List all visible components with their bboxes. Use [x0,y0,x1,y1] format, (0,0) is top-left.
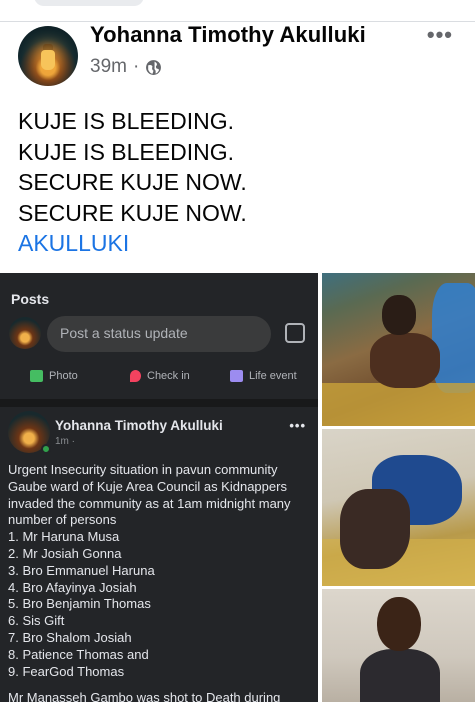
screenshot-intro: Urgent Insecurity situation in pavun com… [8,462,291,528]
add-photo-icon [285,323,305,343]
list-item: 4. Bro Afayinya Josiah [8,579,137,595]
screenshot-author-name: Yohanna Timothy Akulluki [55,418,223,433]
list-item: 1. Mr Haruna Musa [8,529,120,545]
clothes-on-mat-photo[interactable] [322,429,475,586]
post-options-button[interactable]: ••• [427,22,453,48]
photo-detail [360,649,440,702]
flag-icon [230,370,243,382]
author-name[interactable]: Yohanna Timothy Akulluki [90,22,366,48]
post-line: SECURE KUJE NOW. [18,199,247,226]
lantern-glow [41,50,55,70]
list-item: 7. Bro Shalom Josiah [8,629,132,645]
list-item: 3. Bro Emmanuel Haruna [8,562,155,578]
online-status-dot [41,444,51,454]
victims-list: 1. Mr Haruna Musa 2. Mr Josiah Gonna 3. … [8,529,313,680]
photo-action: Photo [30,370,78,382]
list-item: 5. Bro Benjamin Thomas [8,596,151,612]
photo-detail [382,295,416,335]
photo-detail [340,489,410,569]
previous-post-edge [34,0,144,6]
top-separator [0,0,475,22]
post-line: SECURE KUJE NOW. [18,169,247,195]
screenshot-post-body: Urgent Insecurity situation in pavun com… [8,462,313,702]
screenshot-post-time: 1m · [55,436,75,447]
post-line: KUJE IS BLEEDING. [18,108,235,134]
checkin-action: Check in [130,370,190,382]
list-item: 8. Patience Thomas and [8,646,149,662]
list-item: 2. Mr Josiah Gonna [8,545,122,561]
posts-heading: Posts [11,291,50,307]
globe-icon [146,59,162,75]
photo-detail [322,383,475,426]
author-avatar[interactable] [18,26,78,86]
photo-detail [432,283,475,393]
photo-grid: Posts Post a status update Photo Check i… [0,270,475,702]
list-item: 9. FearGod Thomas [8,663,125,679]
checkin-action-label: Check in [147,370,190,382]
photo-detail [370,333,440,388]
portrait-photo[interactable] [322,589,475,702]
screenshot-photo[interactable]: Posts Post a status update Photo Check i… [0,273,318,702]
screenshot-options-icon: ••• [289,418,306,433]
life-event-action-label: Life event [249,370,297,382]
post-line: KUJE IS BLEEDING. [18,138,235,165]
post-meta: 39m · [90,56,162,78]
photo-detail [377,597,421,651]
location-pin-icon [130,370,141,382]
composer-avatar [9,317,41,349]
list-item: 6. Sis Gift [8,613,65,629]
hashtag-link[interactable]: AKULLUKI [18,228,247,259]
composer-actions: Photo Check in Life event [0,363,318,389]
post-time[interactable]: 39m [90,56,127,78]
life-event-action: Life event [230,370,297,382]
photo-action-label: Photo [49,370,78,382]
screenshot-tail-text: Mr Manasseh Gambo was shot to Death duri… [8,690,281,702]
meta-separator: · [132,56,140,77]
post-text: KUJE IS BLEEDING. KUJE IS BLEEDING. SECU… [18,106,247,259]
screenshot-divider [0,399,318,407]
photo-icon [30,370,43,382]
status-update-input: Post a status update [47,316,271,352]
injured-man-photo[interactable] [322,273,475,426]
